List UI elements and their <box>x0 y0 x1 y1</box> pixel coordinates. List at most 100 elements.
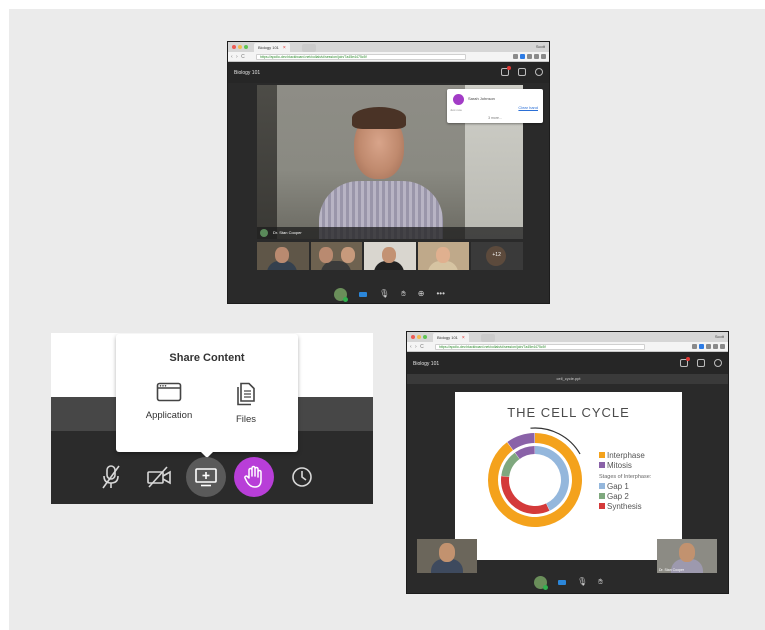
share-icon[interactable] <box>518 68 526 76</box>
share-content-icon[interactable]: ⊕ <box>418 290 425 298</box>
extension-icons[interactable] <box>513 54 546 59</box>
camera-muted-button[interactable] <box>139 457 179 497</box>
window-controls[interactable] <box>411 335 427 339</box>
presenter-name: Dr. Stan Cooper <box>659 568 685 572</box>
legend-swatch <box>599 503 605 509</box>
clear-hand-link[interactable]: Clear hand <box>518 105 538 110</box>
participant-filmstrip: +12 <box>257 242 523 270</box>
clock-icon <box>292 467 312 487</box>
notification-dot <box>686 357 690 361</box>
participant-thumb[interactable] <box>364 242 416 270</box>
more-participants[interactable]: +12 <box>471 242 523 270</box>
legend-item-mitosis: Mitosis <box>599 460 651 470</box>
browser-tab-strip: Biology 101 × Scott <box>228 42 549 52</box>
shared-slide: THE CELL CYCLE Interphase Mitosis Stages… <box>455 392 682 560</box>
settings-icon[interactable] <box>714 359 722 367</box>
legend-swatch <box>599 483 605 489</box>
chat-icon[interactable] <box>501 66 511 76</box>
share-content-popover: Share Content Application Files <box>116 334 298 458</box>
legend-subtitle: Stages of Interphase: <box>599 474 652 480</box>
raise-hand-button[interactable] <box>234 457 274 497</box>
more-options-icon[interactable]: ••• <box>437 290 445 298</box>
raised-hand-notification: Sarah Johnson Just now Clear hand 3 more… <box>447 89 543 123</box>
more-participants-count: +12 <box>492 252 501 258</box>
browser-tab[interactable]: Biology 101 × <box>433 333 469 342</box>
session-header: Biology 101 <box>407 352 728 374</box>
legend-item-synthesis: Synthesis <box>599 501 651 511</box>
microphone-icon[interactable]: 🎙︎ <box>379 290 389 298</box>
extension-icons[interactable] <box>692 344 725 349</box>
clock-button[interactable] <box>282 457 322 497</box>
session-controls: 🎙︎ ✋︎ <box>407 575 728 590</box>
new-tab-button[interactable] <box>481 334 495 342</box>
legend-label: Synthesis <box>607 501 642 511</box>
legend-label: Interphase <box>607 450 645 460</box>
presenter-video-thumb[interactable]: Dr. Stan Cooper <box>657 539 717 573</box>
speaker-avatar <box>260 229 268 237</box>
window-user: Scott <box>714 334 724 339</box>
application-option-label: Application <box>145 410 193 421</box>
legend-swatch <box>599 452 605 458</box>
shared-file-name: cell_cycle.ppt <box>407 374 728 384</box>
microphone-muted-button[interactable] <box>91 457 131 497</box>
url-bar[interactable]: https://apollo-dev.blackboard.net/collab… <box>256 54 466 60</box>
new-tab-button[interactable] <box>302 44 316 52</box>
microphone-muted-icon <box>102 465 120 489</box>
window-controls[interactable] <box>232 45 248 49</box>
raise-hand-icon <box>244 465 262 488</box>
attendee-avatar <box>453 94 464 105</box>
camera-icon[interactable] <box>558 579 567 585</box>
url-bar[interactable]: https://apollo-dev.blackboard.net/collab… <box>435 344 645 350</box>
legend-swatch <box>599 493 605 499</box>
application-window-icon <box>156 382 182 402</box>
my-status-avatar[interactable] <box>534 575 549 590</box>
legend-label: Gap 1 <box>607 481 629 491</box>
window-user: Scott <box>535 44 545 49</box>
close-tab-icon[interactable]: × <box>462 335 465 340</box>
legend-label: Mitosis <box>607 460 632 470</box>
popover-title: Share Content <box>169 352 245 364</box>
close-tab-icon[interactable]: × <box>283 45 286 50</box>
session-controls-large <box>51 457 373 499</box>
share-icon[interactable] <box>697 359 705 367</box>
share-files-option[interactable]: Files <box>216 382 276 425</box>
session-controls: 🎙︎ ✋︎ ⊕ ••• <box>228 286 549 302</box>
attendee-name: Sarah Johnson <box>468 96 495 101</box>
legend-item-gap2: Gap 2 <box>599 491 651 501</box>
raise-hand-icon[interactable]: ✋︎ <box>401 290 406 298</box>
nav-buttons[interactable]: ‹ › C <box>410 344 425 350</box>
browser-toolbar: ‹ › C https://apollo-dev.blackboard.net/… <box>228 52 549 62</box>
raise-hand-icon[interactable]: ✋︎ <box>598 578 603 586</box>
speaker-name: Dr. Stan Cooper <box>273 230 302 235</box>
participant-thumb[interactable] <box>257 242 309 270</box>
nav-buttons[interactable]: ‹ › C <box>231 54 246 60</box>
settings-icon[interactable] <box>535 68 543 76</box>
browser-tab-title: Biology 101 <box>258 45 279 50</box>
chat-icon[interactable] <box>680 357 690 367</box>
course-title: Biology 101 <box>413 361 440 367</box>
share-content-icon <box>195 468 217 487</box>
course-title: Biology 101 <box>234 70 261 76</box>
session-header: Biology 101 <box>228 62 549 83</box>
donut-slice-inner-mitosis <box>515 446 535 459</box>
notification-status: Just now <box>450 108 462 112</box>
more-notifications-link[interactable]: 3 more... <box>447 116 543 120</box>
share-content-panel: Share Content Application Files <box>51 333 373 504</box>
microphone-icon[interactable]: 🎙︎ <box>577 578 587 586</box>
share-content-button[interactable] <box>186 457 226 497</box>
files-option-label: Files <box>235 414 257 425</box>
browser-tab[interactable]: Biology 101 × <box>254 43 290 52</box>
browser-tab-title: Biology 101 <box>437 335 458 340</box>
legend-item-gap1: Gap 1 <box>599 481 651 491</box>
browser-window-slide: Biology 101 × Scott ‹ › C https://apollo… <box>406 331 729 594</box>
camera-icon[interactable] <box>359 291 368 297</box>
participant-thumb[interactable] <box>417 242 470 270</box>
browser-window-video: Biology 101 × Scott ‹ › C https://apollo… <box>227 41 550 304</box>
participant-thumb[interactable] <box>310 242 363 270</box>
my-status-avatar[interactable] <box>334 287 349 302</box>
share-application-option[interactable]: Application <box>139 382 199 421</box>
self-video-thumb[interactable] <box>417 539 477 573</box>
files-icon <box>237 382 255 406</box>
camera-muted-icon <box>147 466 171 488</box>
notification-dot <box>507 66 511 70</box>
